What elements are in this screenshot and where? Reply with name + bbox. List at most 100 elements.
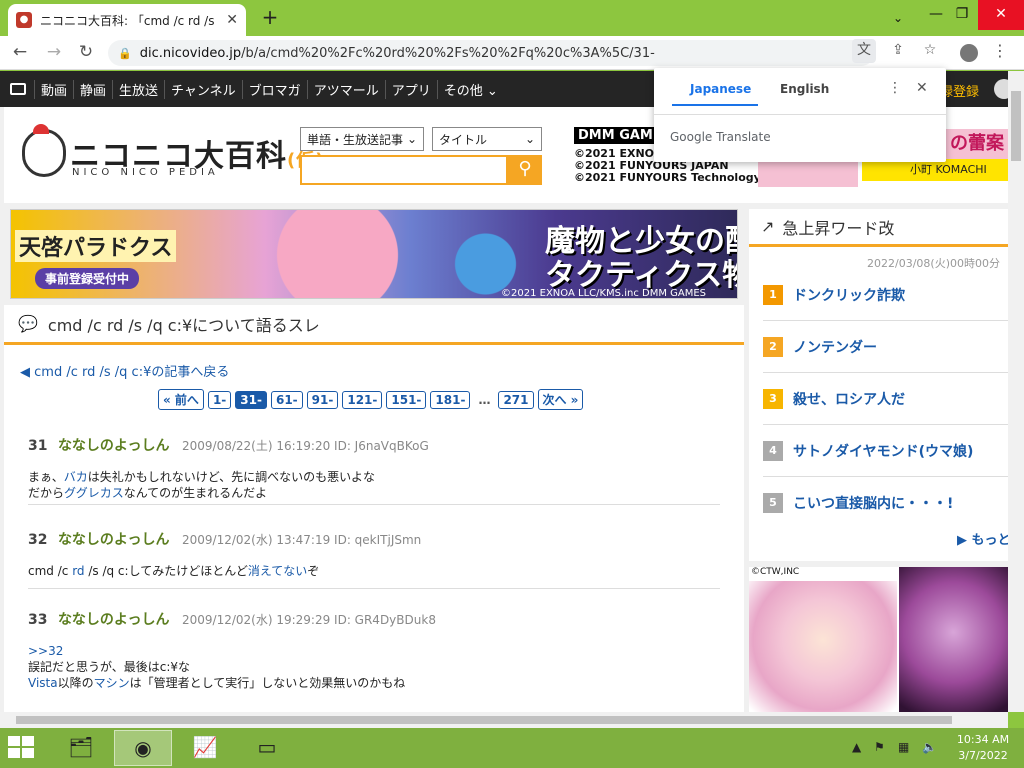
trending-word[interactable]: 殺せ、ロシア人だ — [793, 389, 905, 409]
clock-date: 3/7/2022 — [958, 749, 1008, 762]
pager-page[interactable]: 61- — [270, 390, 303, 409]
network-icon[interactable]: ▦ — [898, 740, 909, 754]
nav-item-blomaga[interactable]: ブロマガ — [241, 79, 307, 99]
system-clock[interactable]: 10:34 AM 3/7/2022 — [950, 732, 1016, 764]
keyword-link[interactable]: 消えてない — [248, 564, 307, 578]
keyword-link[interactable]: rd — [72, 564, 84, 578]
tray-expand-icon[interactable]: ▲ — [852, 740, 861, 754]
thread-post: 32 ななしのよっしん 2009/12/02(水) 13:47:19 ID: q… — [28, 529, 720, 589]
reply-anchor-link[interactable]: >>32 — [28, 643, 720, 659]
nav-item-video[interactable]: 動画 — [34, 79, 73, 99]
nav-item-more[interactable]: その他 ⌄ — [436, 79, 504, 99]
logo-english: NICO NICO PEDIA — [72, 167, 219, 178]
tab-close-icon[interactable]: ✕ — [226, 12, 238, 28]
user-avatar[interactable] — [994, 79, 1008, 99]
forward-icon[interactable]: → — [42, 41, 66, 65]
window-app-icon[interactable]: ▭ — [238, 730, 296, 766]
close-icon[interactable]: ✕ — [916, 80, 928, 96]
pager-page[interactable]: 271 — [498, 390, 534, 409]
thread-title: cmd /c rd /s /q c:¥について語るスレ — [47, 315, 320, 335]
trending-item[interactable]: 1 ドンクリック詐欺 — [763, 269, 1008, 321]
trending-item[interactable]: 4 サトノダイヤモンド(ウマ娘) — [763, 425, 1008, 477]
nicopedia-favicon-icon: ● — [16, 12, 32, 28]
site-logo[interactable]: ニコニコ大百科(仮) NICO NICO PEDIA — [22, 124, 323, 181]
translate-icon[interactable]: 文 — [852, 39, 876, 63]
start-button[interactable] — [8, 736, 36, 760]
kebab-icon[interactable]: ⋮ — [992, 41, 1008, 60]
search-input[interactable] — [300, 155, 508, 185]
tab-search-chevron-icon[interactable]: ⌄ — [880, 4, 916, 34]
task-manager-icon[interactable]: 📈 — [176, 730, 234, 766]
category-select[interactable]: 単語・生放送記事 ⌄ — [300, 127, 424, 151]
post-meta: 2009/12/02(水) 19:29:29 ID: GR4DyBDuk8 — [181, 613, 436, 627]
chrome-icon[interactable]: ◉ — [114, 730, 172, 766]
post-body: cmd /c rd /s /q c:してみたけどほとんど消えてないぞ — [28, 564, 320, 578]
trending-up-icon: ↗ — [761, 217, 775, 236]
window-close-button[interactable]: ✕ — [978, 0, 1024, 30]
share-icon[interactable]: ⇪ — [886, 39, 910, 63]
post-number[interactable]: 31 — [28, 438, 47, 454]
trending-word[interactable]: サトノダイヤモンド(ウマ娘) — [793, 441, 973, 461]
star-icon[interactable]: ☆ — [918, 39, 942, 63]
file-explorer-icon[interactable]: 🗂 — [52, 730, 110, 766]
keyword-link[interactable]: Vista — [28, 676, 58, 690]
horizontal-scrollbar[interactable] — [0, 712, 1008, 728]
pager-page[interactable]: 1- — [207, 390, 232, 409]
nav-item-channel[interactable]: チャンネル — [164, 79, 242, 99]
trending-more-link[interactable]: ▶ もっと — [957, 529, 1008, 548]
pager-page[interactable]: 151- — [386, 390, 427, 409]
niconico-tv-icon[interactable] — [10, 83, 26, 95]
nav-item-live[interactable]: 生放送 — [112, 79, 164, 99]
chevron-down-icon: ⌄ — [524, 132, 535, 146]
flag-icon[interactable]: ⚑ — [874, 740, 885, 754]
translate-options-icon[interactable]: ⋮ — [888, 80, 902, 96]
nav-item-atsumaru[interactable]: アツマール — [306, 79, 385, 99]
new-tab-button[interactable]: + — [258, 6, 282, 30]
address-bar[interactable]: 🔒 dic.nicovideo.jp/b/a/cmd%20%2Fc%20rd%2… — [108, 40, 874, 66]
pager-page[interactable]: 91- — [306, 390, 339, 409]
keyword-link[interactable]: バカ — [64, 470, 88, 484]
trending-item[interactable]: 3 殺せ、ロシア人だ — [763, 373, 1008, 425]
pager-prev[interactable]: « 前へ — [158, 389, 204, 410]
url-text[interactable]: dic.nicovideo.jp/b/a/cmd%20%2Fc%20rd%20%… — [140, 46, 874, 61]
back-icon[interactable]: ← — [8, 41, 32, 65]
post-number[interactable]: 33 — [28, 612, 47, 628]
post-number[interactable]: 32 — [28, 532, 47, 548]
sidebar-ad[interactable]: ©CTW,INC — [749, 567, 1008, 712]
nav-item-app[interactable]: アプリ — [384, 79, 437, 99]
banner-game-title: 天啓パラドクス — [15, 230, 177, 262]
volume-icon[interactable]: 🔈 — [922, 740, 937, 754]
post-body: まぁ、バカは失礼かもしれないけど、先に調べないのも悪いよな だからググレカスなん… — [28, 470, 375, 500]
translate-popup: Japanese English ⋮ ✕ Google Translate — [654, 68, 946, 162]
search-button[interactable]: ⚲ — [508, 155, 542, 185]
pager-page[interactable]: 181- — [430, 390, 471, 409]
browser-tab[interactable]: ● ニコニコ大百科: 「cmd /c rd /s /q c: ✕ — [8, 4, 246, 36]
translate-tab-english[interactable]: English — [780, 82, 829, 96]
keyword-link[interactable]: ググレカス — [64, 486, 124, 500]
pager-page[interactable]: 121- — [342, 390, 383, 409]
back-to-article-link[interactable]: ◀ cmd /c rd /s /q c:¥の記事へ戻る — [20, 361, 229, 380]
rank-badge: 5 — [763, 493, 783, 513]
ad-character-image — [749, 581, 897, 712]
vertical-scrollbar[interactable] — [1008, 71, 1024, 712]
post-meta: 2009/08/22(土) 16:19:20 ID: J6naVqBKoG — [181, 439, 429, 453]
trending-word[interactable]: ドンクリック詐欺 — [793, 285, 905, 305]
trending-word[interactable]: ノンテンダー — [793, 337, 877, 357]
chevron-down-icon: ⌄ — [406, 132, 417, 146]
reload-icon[interactable]: ↻ — [74, 41, 98, 65]
lock-icon[interactable]: 🔒 — [118, 47, 132, 60]
restore-button[interactable]: ❐ — [944, 0, 980, 30]
translate-tab-japanese[interactable]: Japanese — [690, 82, 751, 96]
thread-post: 31 ななしのよっしん 2009/08/22(土) 16:19:20 ID: J… — [28, 435, 720, 505]
pager-page-current[interactable]: 31- — [235, 390, 267, 409]
nav-item-seiga[interactable]: 静画 — [73, 79, 112, 99]
trending-word[interactable]: こいつ直接脳内に・・・! — [793, 493, 953, 513]
rank-badge: 3 — [763, 388, 783, 409]
trending-item[interactable]: 2 ノンテンダー — [763, 321, 1008, 373]
profile-icon[interactable] — [960, 44, 978, 62]
trending-item[interactable]: 5 こいつ直接脳内に・・・! — [763, 477, 1008, 529]
game-ad-banner[interactable]: 天啓パラドクス 事前登録受付中 魔物と少女の配合 タクティクス物語 ©2021 … — [10, 209, 738, 299]
keyword-link[interactable]: マシン — [94, 676, 130, 690]
search-type-select[interactable]: タイトル ⌄ — [432, 127, 542, 151]
pager-next[interactable]: 次へ » — [537, 389, 584, 410]
